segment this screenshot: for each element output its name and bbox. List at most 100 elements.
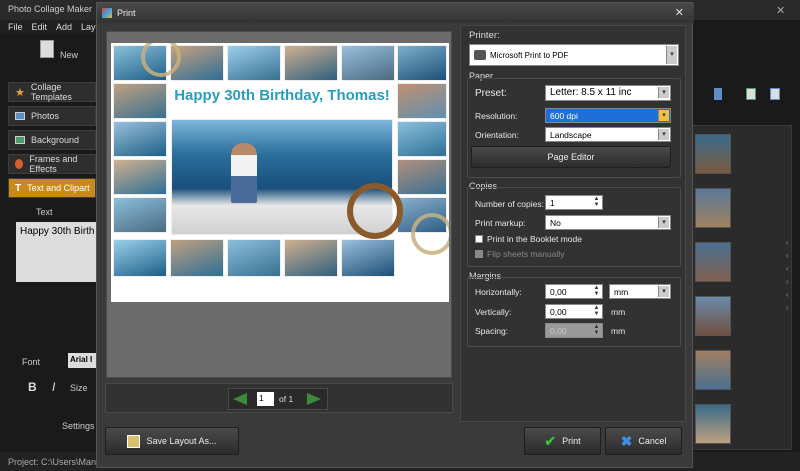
collage-photo [113,239,167,277]
add-page-icon[interactable] [746,88,756,100]
collage-photo [170,239,224,277]
collage-photo [113,83,167,119]
page-editor-label: Page Editor [547,152,595,162]
printer-select[interactable]: Microsoft Print to PDF ▾ [469,44,679,66]
thumbnail[interactable] [695,404,731,444]
print-markup-select[interactable]: No ▾ [545,215,671,230]
next-page-button[interactable] [307,393,321,405]
vertical-margin-stepper[interactable]: 0,00 ▲ ▼ [545,304,603,319]
copies-stepper-value: 1 [550,198,555,208]
collage-photo [113,197,167,233]
print-markup-label: Print markup: [475,218,526,228]
vertically-label: Vertically: [475,307,512,317]
layer-icon[interactable] [714,88,722,100]
thumbnail[interactable] [695,242,731,282]
vertical-margin-value: 0,00 [550,307,567,317]
flip-sheets-checkbox[interactable] [475,250,483,258]
bold-button[interactable]: B [28,380,37,394]
photos-icon [15,112,25,120]
page-number-input[interactable]: 1 [257,392,274,406]
sidebar-item-collage-templates[interactable]: ★ Collage Templates [8,82,96,102]
sidebar-item-photos[interactable]: Photos [8,106,96,126]
collage-photo [284,45,338,81]
close-icon[interactable]: ✕ [675,6,684,19]
print-settings-panel: Printer: Microsoft Print to PDF ▾ Paper … [460,25,686,422]
text-editor-value: Happy 30th Birth [20,226,95,237]
dialog-title-text: Print [117,8,136,18]
collage-photo [227,239,281,277]
collage-photo [113,159,167,195]
vertical-unit-label: mm [611,307,626,317]
chevron-down-icon: ▾ [666,46,677,64]
right-preview-panel [692,125,792,450]
printer-section-label: Printer: [469,30,500,41]
window-close-icon[interactable]: ✕ [776,4,785,17]
star-icon: ★ [15,86,25,99]
spacing-value: 0,00 [550,326,567,336]
sidebar-item-label: Text and Clipart [27,183,90,193]
collage-photo [341,45,395,81]
resolution-select[interactable]: 600 dpi ▾ [545,108,671,123]
thumbnail[interactable] [695,134,731,174]
preset-select-value: Letter: 8.5 x 11 inc [550,87,632,98]
thumbnail[interactable] [695,296,731,336]
collage-photo [397,45,447,81]
prev-page-button[interactable] [233,393,247,405]
new-label: New [60,50,79,60]
toolbar-right-icons [708,88,788,104]
thumbnail[interactable] [695,350,731,390]
ship-wheel-clipart [347,183,403,239]
horizontal-margin-stepper[interactable]: 0,00 ▲ ▼ [545,284,603,299]
chevron-down-icon: ▾ [658,217,669,228]
copies-stepper[interactable]: 1 ▲ ▼ [545,195,603,210]
stepper-arrows-icon[interactable]: ▲ ▼ [592,324,601,337]
stepper-arrows-icon[interactable]: ▲ ▼ [592,196,601,209]
frames-icon [15,159,24,169]
sidebar-item-text-clipart[interactable]: T Text and Clipart [8,178,96,198]
spacing-stepper[interactable]: 0,00 ▲ ▼ [545,323,603,338]
italic-button[interactable]: I [52,380,55,394]
menu-add[interactable]: Add [56,22,72,32]
stepper-arrows-icon[interactable]: ▲ ▼ [592,285,601,298]
print-dialog-icon [102,8,112,18]
orientation-select[interactable]: Landscape ▾ [545,127,671,142]
dialog-title: Print ✕ [97,3,694,23]
thumbnail[interactable] [695,188,731,228]
save-layout-label: Save Layout As... [146,436,217,446]
resolution-select-value: 600 dpi [550,111,578,121]
text-editor[interactable]: Happy 30th Birth [16,222,96,282]
font-label: Font [22,357,41,367]
app-menu: File Edit Add Layer [0,20,104,34]
sidebar-item-label: Photos [31,111,60,121]
orientation-label: Orientation: [475,130,519,140]
menu-file[interactable]: File [8,22,23,32]
font-select[interactable]: Arial I [68,353,96,368]
cancel-button[interactable]: ✖ Cancel [605,427,682,455]
new-button[interactable]: New [38,38,88,74]
collage-photo [397,121,447,157]
booklet-mode-checkbox[interactable] [475,235,483,243]
cancel-x-icon: ✖ [620,432,633,449]
new-document-icon [40,40,54,58]
collage-photo [397,83,447,119]
sidebar-item-background[interactable]: Background [8,130,96,150]
page-settings-icon[interactable] [770,88,780,100]
print-button[interactable]: ✔ Print [524,427,601,455]
save-layout-button[interactable]: Save Layout As... [105,427,239,455]
chevron-down-icon: ▾ [658,110,669,121]
print-dialog: Print ✕ Happy 30th Birthday, Thomas! 1 o… [96,2,694,468]
page-editor-button[interactable]: Page Editor [471,146,671,168]
chevron-down-icon: ▾ [658,286,669,297]
print-markup-value: No [550,218,561,228]
margin-unit-value: mm [614,287,629,297]
page-count-label: of 1 [279,394,294,404]
printer-select-value: Microsoft Print to PDF [490,51,569,60]
stepper-arrows-icon[interactable]: ▲ ▼ [592,305,601,318]
margin-unit-select[interactable]: mm ▾ [609,284,671,299]
preset-select[interactable]: Letter: 8.5 x 11 inc ▾ [545,85,671,101]
collage-photo [284,239,338,277]
menu-edit[interactable]: Edit [32,22,48,32]
checkmark-icon: ✔ [544,432,557,449]
orientation-select-value: Landscape [550,130,592,140]
sidebar-item-frames-effects[interactable]: Frames and Effects [8,154,96,174]
